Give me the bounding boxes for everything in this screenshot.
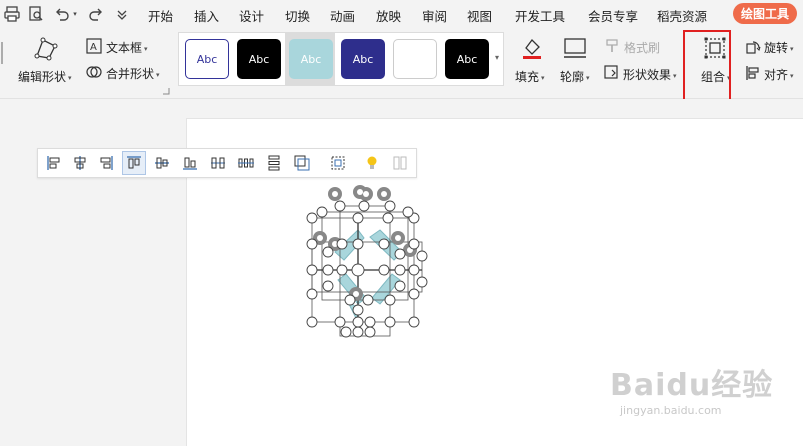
print-preview-icon[interactable] — [26, 4, 46, 24]
shape-effects-icon[interactable] — [604, 65, 620, 84]
partial-ribbon-icon[interactable] — [0, 38, 10, 71]
shape-effects-button[interactable]: 形状效果 ▾ — [623, 66, 677, 83]
outline-label: 轮廓 — [560, 70, 585, 84]
edit-shape-label: 编辑形状 — [18, 70, 67, 84]
outline-icon[interactable] — [562, 36, 588, 63]
slide-fit-icon[interactable] — [290, 151, 314, 175]
style-preset-3[interactable]: Abc — [289, 39, 333, 79]
fill-label: 填充 — [515, 70, 540, 84]
style-preset-6[interactable]: Abc — [445, 39, 489, 79]
center-lines — [312, 222, 422, 332]
baidu-watermark: Baidu经验 jingyan.baidu.com — [610, 360, 790, 430]
align-top-icon[interactable] — [122, 151, 146, 175]
menu-review[interactable]: 审阅 — [422, 6, 447, 25]
menu-view[interactable]: 视图 — [467, 6, 492, 25]
rotate-button[interactable]: 旋转 ▾ — [764, 39, 794, 56]
resize-handles[interactable] — [306, 200, 428, 338]
align-button[interactable]: 对齐 ▾ — [764, 66, 794, 83]
merge-shape-label: 合并形状 — [106, 67, 155, 81]
menu-animation[interactable]: 动画 — [330, 6, 355, 25]
menu-docer[interactable]: 稻壳资源 — [657, 6, 707, 25]
distribute-horizontal-icon[interactable] — [206, 151, 230, 175]
text-box-icon[interactable]: A — [86, 38, 102, 57]
dialog-launcher-icon[interactable] — [162, 84, 170, 98]
tab-drawing-tools[interactable]: 绘图工具 — [733, 3, 797, 24]
fill-button[interactable]: 填充 ▾ — [515, 68, 545, 85]
gallery-scroll-icon[interactable]: ▾ — [492, 38, 502, 78]
lightbulb-icon[interactable] — [360, 151, 384, 175]
align-middle-icon[interactable] — [150, 151, 174, 175]
text-box-button[interactable]: 文本框 ▾ — [106, 39, 148, 56]
menu-developer[interactable]: 开发工具 — [515, 6, 565, 25]
style-preset-1[interactable]: Abc — [185, 39, 229, 79]
merge-shape-icon[interactable] — [86, 64, 102, 83]
group-icon[interactable] — [326, 151, 350, 175]
menu-insert[interactable]: 插入 — [194, 6, 219, 25]
distribute-vertical-icon[interactable] — [262, 151, 286, 175]
align-right-icon[interactable] — [94, 151, 118, 175]
fill-icon[interactable] — [520, 36, 544, 63]
menu-bar: ▾ 开始 插入 设计 切换 动画 放映 审阅 视图 开发工具 会员专享 稻壳资源… — [0, 0, 803, 28]
selected-shapes-svg[interactable] — [300, 182, 430, 342]
group-highlight-box — [683, 30, 731, 104]
undo-dropdown-icon[interactable]: ▾ — [70, 4, 80, 24]
style-preset-4[interactable]: Abc — [341, 39, 385, 79]
merge-shape-button[interactable]: 合并形状 ▾ — [106, 65, 160, 82]
undo-icon[interactable] — [52, 4, 72, 24]
print-icon[interactable] — [2, 4, 22, 24]
menu-home[interactable]: 开始 — [148, 6, 173, 25]
customize-dropdown-icon[interactable] — [112, 4, 132, 24]
edit-shape-icon[interactable] — [33, 36, 59, 65]
outline-button[interactable]: 轮廓 ▾ — [560, 68, 590, 85]
watermark-text: Baidu经验 — [610, 368, 774, 403]
rotate-icon[interactable] — [745, 39, 761, 58]
edit-shape-button[interactable]: 编辑形状 ▾ — [18, 68, 72, 85]
style-preset-2[interactable]: Abc — [237, 39, 281, 79]
menu-design[interactable]: 设计 — [239, 6, 264, 25]
svg-text:A: A — [90, 42, 97, 53]
menu-slideshow[interactable]: 放映 — [376, 6, 401, 25]
menu-member[interactable]: 会员专享 — [588, 6, 638, 25]
redo-icon[interactable] — [86, 4, 106, 24]
align-center-icon[interactable] — [68, 151, 92, 175]
selected-shape-group[interactable] — [300, 182, 430, 342]
style-preset-5[interactable] — [393, 39, 437, 79]
align-left-icon[interactable] — [42, 151, 66, 175]
rotate-label: 旋转 — [764, 41, 789, 55]
more-icon[interactable] — [388, 151, 412, 175]
align-bottom-icon[interactable] — [178, 151, 202, 175]
text-box-label: 文本框 — [106, 41, 143, 55]
watermark-url: jingyan.baidu.com — [620, 404, 722, 417]
floating-align-toolbar — [37, 148, 417, 178]
distribute-horizontal-space-icon[interactable] — [234, 151, 258, 175]
format-painter-icon — [605, 39, 619, 56]
menu-transition[interactable]: 切换 — [285, 6, 310, 25]
align-label: 对齐 — [764, 68, 789, 82]
shape-effects-label: 形状效果 — [623, 68, 672, 82]
format-painter-button: 格式刷 — [624, 41, 661, 55]
align-icon[interactable] — [745, 65, 761, 84]
